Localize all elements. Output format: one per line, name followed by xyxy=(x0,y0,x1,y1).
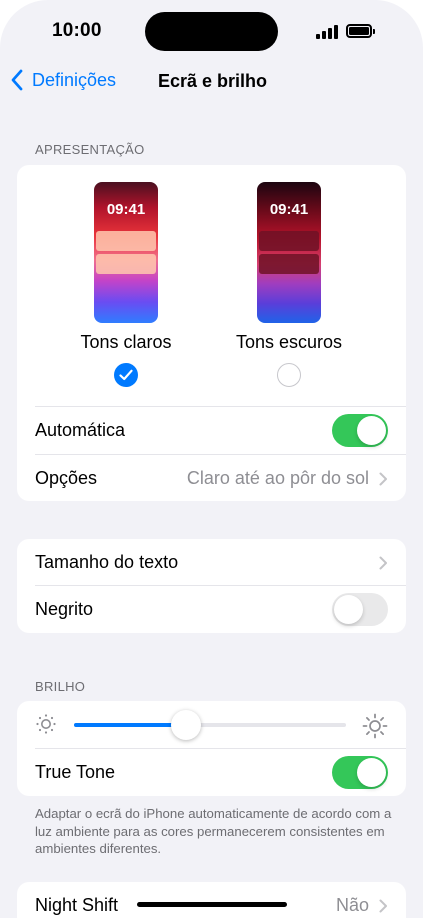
light-mode-preview[interactable]: 09:41 xyxy=(94,182,158,323)
true-tone-description: Adaptar o ecrã do iPhone automaticamente… xyxy=(35,806,392,856)
dark-mode-label: Tons escuros xyxy=(235,332,343,352)
status-time: 10:00 xyxy=(52,20,102,41)
options-row[interactable]: Opções Claro até ao pôr do sol xyxy=(17,455,406,501)
dark-mode-radio[interactable] xyxy=(277,363,301,387)
chevron-right-icon xyxy=(379,556,387,569)
automatic-toggle[interactable] xyxy=(332,414,388,447)
text-size-row[interactable]: Tamanho do texto xyxy=(17,539,406,586)
light-mode-label: Tons claros xyxy=(80,332,172,352)
text-size-label: Tamanho do texto xyxy=(35,552,179,572)
preview-notification xyxy=(259,231,319,251)
sun-high-icon xyxy=(362,713,388,739)
dark-mode-preview[interactable]: 09:41 xyxy=(257,182,321,323)
sun-low-icon xyxy=(36,714,56,734)
section-header-brightness: BRILHO xyxy=(35,679,86,694)
true-tone-label: True Tone xyxy=(35,762,116,782)
cellular-signal-icon xyxy=(316,25,339,39)
night-shift-card: Night Shift Não xyxy=(17,882,406,918)
home-indicator xyxy=(137,902,287,907)
status-bar: 10:00 xyxy=(0,0,423,64)
chevron-right-icon xyxy=(379,899,387,912)
true-tone-toggle[interactable] xyxy=(332,756,388,789)
navigation-bar: Definições Ecrã e brilho xyxy=(0,64,423,100)
preview-notification xyxy=(96,254,156,274)
bold-row[interactable]: Negrito xyxy=(17,586,406,633)
page-title: Ecrã e brilho xyxy=(157,71,268,91)
text-card: Tamanho do texto Negrito xyxy=(17,539,406,633)
brightness-slider[interactable] xyxy=(74,710,346,740)
section-header-appearance: APRESENTAÇÃO xyxy=(35,142,145,157)
night-shift-row[interactable]: Night Shift Não xyxy=(17,882,406,918)
automatic-label: Automática xyxy=(35,420,126,440)
preview-notification xyxy=(96,231,156,251)
automatic-row[interactable]: Automática xyxy=(17,407,406,454)
light-mode-radio[interactable] xyxy=(114,363,138,387)
brightness-slider-fill xyxy=(74,723,186,727)
night-shift-value: Não xyxy=(335,895,369,915)
options-value: Claro até ao pôr do sol xyxy=(186,468,369,488)
brightness-slider-thumb[interactable] xyxy=(171,710,201,740)
battery-full-icon xyxy=(346,24,375,38)
brightness-card: True Tone xyxy=(17,701,406,796)
checkmark-icon xyxy=(119,369,133,381)
appearance-card: 09:41 09:41 Tons claros Tons escuros Aut… xyxy=(17,165,406,501)
phone-screen: 10:00 Definições Ecrã e brilho APRESENTA… xyxy=(0,0,423,918)
true-tone-row[interactable]: True Tone xyxy=(17,749,406,796)
brightness-slider-row xyxy=(17,701,406,748)
bold-toggle[interactable] xyxy=(332,593,388,626)
options-label: Opções xyxy=(35,468,98,488)
bold-label: Negrito xyxy=(35,599,94,619)
dynamic-island xyxy=(145,12,278,51)
preview-time: 09:41 xyxy=(269,201,309,218)
preview-time: 09:41 xyxy=(106,201,146,218)
preview-notification xyxy=(259,254,319,274)
chevron-right-icon xyxy=(379,472,387,485)
